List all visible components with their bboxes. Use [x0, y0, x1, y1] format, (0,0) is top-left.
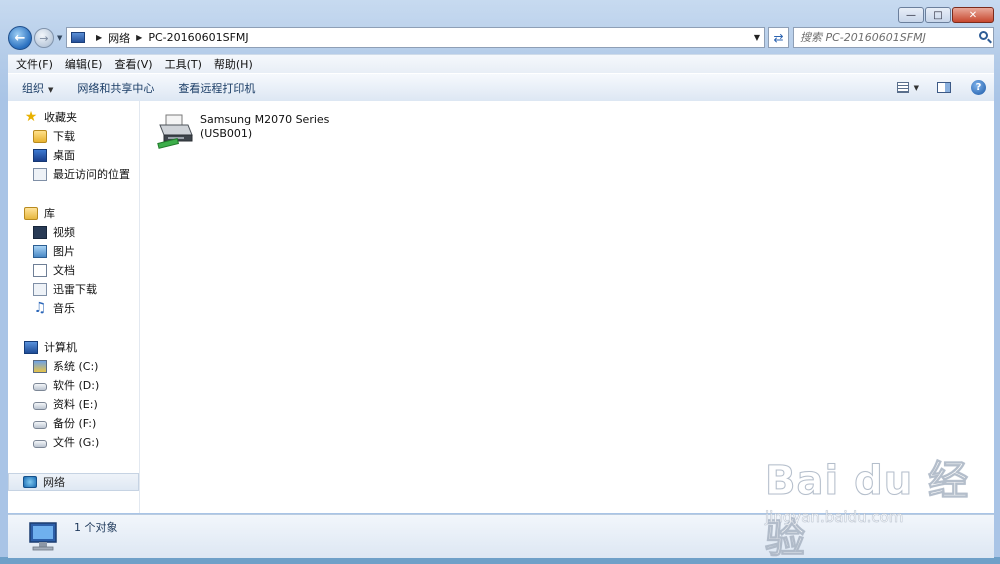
- network-computer-icon: [29, 522, 57, 551]
- preview-pane-icon[interactable]: [937, 82, 951, 93]
- sidebar-item-desktop[interactable]: 桌面: [33, 146, 75, 164]
- item-count: 1 个对象: [74, 521, 118, 534]
- thunder-download-icon: [33, 282, 47, 296]
- sidebar-item-recent-places[interactable]: 最近访问的位置: [33, 165, 130, 183]
- chevron-right-icon[interactable]: ▶: [96, 33, 102, 42]
- hard-drive-icon: [33, 420, 47, 429]
- sidebar-item-drive-f[interactable]: 备份 (F:): [33, 414, 96, 432]
- sidebar-item-label: 库: [44, 207, 55, 220]
- sidebar-item-label: 网络: [43, 476, 65, 489]
- hard-drive-icon: [33, 382, 47, 391]
- watermark-logo: Bai du 经验: [765, 458, 970, 563]
- sidebar-item-network[interactable]: 网络: [8, 473, 139, 491]
- sidebar-item-label: 下载: [53, 130, 75, 143]
- sidebar-item-computer[interactable]: 计算机: [24, 338, 77, 356]
- music-note-icon: ♫: [33, 299, 47, 316]
- downloads-folder-icon: [33, 129, 47, 143]
- breadcrumb-network[interactable]: 网络: [108, 30, 130, 46]
- computer-icon: [71, 32, 85, 43]
- sidebar-item-thunder-downloads[interactable]: 迅雷下载: [33, 280, 97, 298]
- recent-places-icon: [33, 167, 47, 181]
- sidebar-item-drive-g[interactable]: 文件 (G:): [33, 433, 99, 451]
- watermark-url: jingyan.baidu.com: [765, 508, 904, 527]
- sidebar-item-music[interactable]: ♫ 音乐: [33, 299, 75, 317]
- hard-drive-icon: [33, 401, 47, 410]
- device-label: Samsung M2070 Series (USB001): [200, 113, 329, 141]
- sidebar-item-downloads[interactable]: 下载: [33, 127, 75, 145]
- network-icon: [23, 476, 37, 488]
- view-options-dropdown[interactable]: ▼: [914, 84, 919, 92]
- organize-button[interactable]: 组织 ▼: [22, 80, 53, 96]
- search-icon[interactable]: [979, 31, 988, 40]
- address-bar[interactable]: ▶ 网络 ▶ PC-20160601SFMJ ▼: [66, 27, 765, 48]
- remote-printers-button[interactable]: 查看远程打印机: [178, 80, 255, 96]
- video-library-icon: [33, 225, 47, 239]
- sidebar-item-label: 音乐: [53, 302, 75, 315]
- explorer-window: — □ ✕ ← → ▼ ▶ 网络 ▶ PC-20160601SFMJ ▼ ⇄ 文…: [0, 0, 1000, 563]
- sidebar-item-label: 系统 (C:): [53, 360, 99, 373]
- sidebar-item-label: 迅雷下载: [53, 283, 97, 296]
- close-button[interactable]: ✕: [952, 7, 994, 23]
- sidebar-item-label: 最近访问的位置: [53, 168, 130, 181]
- minimize-button[interactable]: —: [898, 7, 924, 23]
- view-controls: ▼ ?: [896, 80, 986, 95]
- device-name: Samsung M2070 Series: [200, 113, 330, 126]
- baidu-watermark: Bai du 经验 jingyan.baidu.com: [765, 448, 1000, 564]
- organize-label: 组织: [22, 81, 44, 95]
- library-icon: [24, 206, 38, 220]
- refresh-button[interactable]: ⇄: [768, 27, 789, 48]
- navigation-pane: ★ 收藏夹 下载 桌面 最近访问的位置 库 视频 图片 文档 迅雷下载 ♫ 音乐 计…: [8, 101, 140, 513]
- sidebar-item-label: 资料 (E:): [53, 398, 98, 411]
- window-controls: — □ ✕: [897, 7, 994, 23]
- navigation-row: ← → ▼ ▶ 网络 ▶ PC-20160601SFMJ ▼ ⇄: [8, 26, 994, 50]
- search-box[interactable]: [793, 27, 994, 48]
- hard-drive-icon: [33, 439, 47, 448]
- star-icon: ★: [24, 108, 38, 125]
- address-dropdown-icon[interactable]: ▼: [754, 33, 760, 42]
- sidebar-item-drive-e[interactable]: 资料 (E:): [33, 395, 98, 413]
- maximize-button[interactable]: □: [925, 7, 951, 23]
- sidebar-item-label: 桌面: [53, 149, 75, 162]
- help-icon[interactable]: ?: [971, 80, 986, 95]
- sidebar-item-favorites[interactable]: ★ 收藏夹: [24, 108, 77, 126]
- sidebar-item-label: 图片: [53, 245, 75, 258]
- chevron-down-icon: ▼: [48, 85, 54, 94]
- sidebar-item-label: 计算机: [44, 341, 77, 354]
- menu-tools[interactable]: 工具(T): [165, 56, 202, 72]
- sidebar-item-label: 备份 (F:): [53, 417, 97, 430]
- sidebar-item-label: 文档: [53, 264, 75, 277]
- sidebar-item-label: 软件 (D:): [53, 379, 100, 392]
- sidebar-item-videos[interactable]: 视频: [33, 223, 75, 241]
- document-library-icon: [33, 263, 47, 277]
- command-bar: 组织 ▼ 网络和共享中心 查看远程打印机 ▼ ?: [8, 73, 994, 102]
- menu-file[interactable]: 文件(F): [16, 56, 53, 72]
- printer-icon: [157, 114, 193, 149]
- breadcrumb-pc[interactable]: PC-20160601SFMJ: [148, 31, 248, 44]
- system-drive-icon: [33, 359, 47, 373]
- computer-icon: [24, 340, 38, 354]
- forward-button[interactable]: →: [34, 28, 54, 48]
- menu-help[interactable]: 帮助(H): [214, 56, 253, 72]
- network-center-button[interactable]: 网络和共享中心: [77, 80, 154, 96]
- chevron-right-icon[interactable]: ▶: [136, 33, 142, 42]
- recent-pages-dropdown[interactable]: ▼: [57, 34, 62, 42]
- device-port: (USB001): [200, 127, 253, 140]
- sidebar-item-drive-c[interactable]: 系统 (C:): [33, 357, 98, 375]
- menu-edit[interactable]: 编辑(E): [65, 56, 103, 72]
- back-button[interactable]: ←: [8, 26, 32, 50]
- sidebar-item-label: 文件 (G:): [53, 436, 100, 449]
- search-input[interactable]: [794, 28, 972, 46]
- change-view-icon[interactable]: [896, 82, 909, 93]
- picture-library-icon: [33, 244, 47, 258]
- menu-bar: 文件(F) 编辑(E) 查看(V) 工具(T) 帮助(H): [8, 54, 994, 73]
- sidebar-item-libraries[interactable]: 库: [24, 204, 55, 222]
- sidebar-item-documents[interactable]: 文档: [33, 261, 75, 279]
- menu-view[interactable]: 查看(V): [114, 56, 152, 72]
- sidebar-item-pictures[interactable]: 图片: [33, 242, 75, 260]
- sidebar-item-label: 视频: [53, 226, 75, 239]
- sidebar-item-drive-d[interactable]: 软件 (D:): [33, 376, 99, 394]
- desktop-icon: [33, 148, 47, 162]
- sidebar-item-label: 收藏夹: [44, 111, 77, 124]
